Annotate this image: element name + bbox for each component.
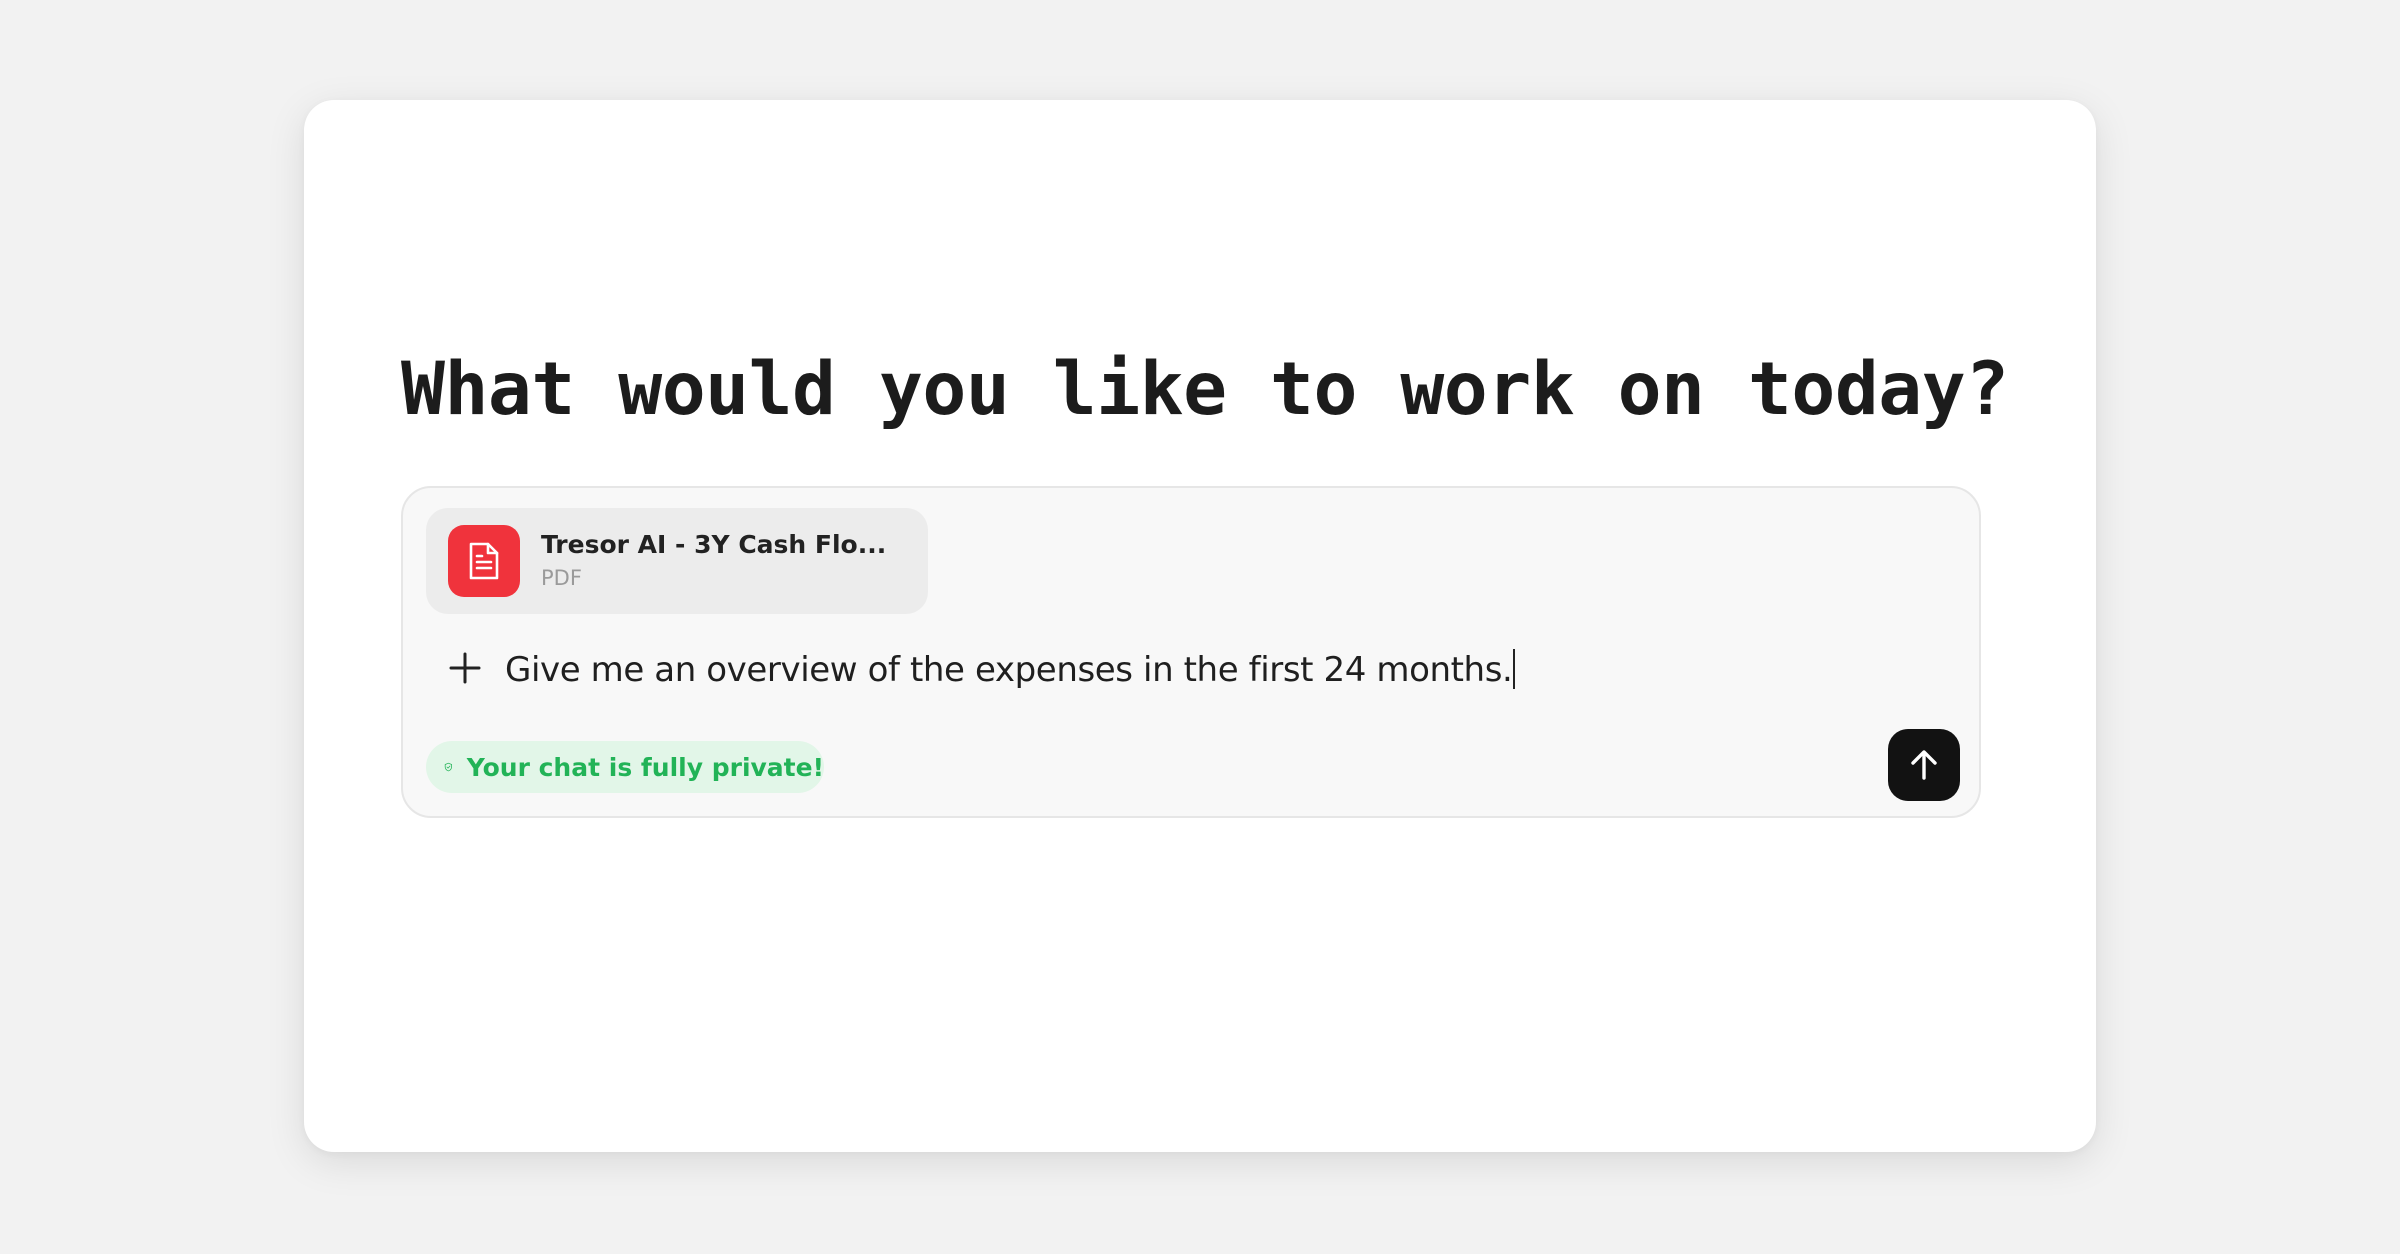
arrow-up-icon (1911, 750, 1937, 780)
privacy-badge: Your chat is fully private! (426, 741, 824, 793)
prompt-input[interactable]: Give me an overview of the expenses in t… (505, 645, 1805, 695)
chat-composer: Tresor AI - 3Y Cash Flo... PDF Give me a… (401, 486, 1981, 818)
text-caret (1513, 649, 1516, 689)
attachment-chip[interactable]: Tresor AI - 3Y Cash Flo... PDF (426, 508, 928, 614)
attachment-name: Tresor AI - 3Y Cash Flo... (541, 530, 887, 559)
add-attachment-button[interactable] (445, 648, 485, 688)
page-title: What would you like to work on today? (401, 347, 2009, 432)
attachment-type: PDF (541, 566, 582, 590)
privacy-label: Your chat is fully private! (466, 752, 824, 782)
shield-check-icon (444, 762, 453, 772)
main-card: What would you like to work on today? Tr… (304, 100, 2096, 1152)
prompt-text: Give me an overview of the expenses in t… (505, 650, 1513, 690)
document-icon (448, 525, 520, 597)
send-button[interactable] (1888, 729, 1960, 801)
plus-icon (449, 652, 481, 684)
